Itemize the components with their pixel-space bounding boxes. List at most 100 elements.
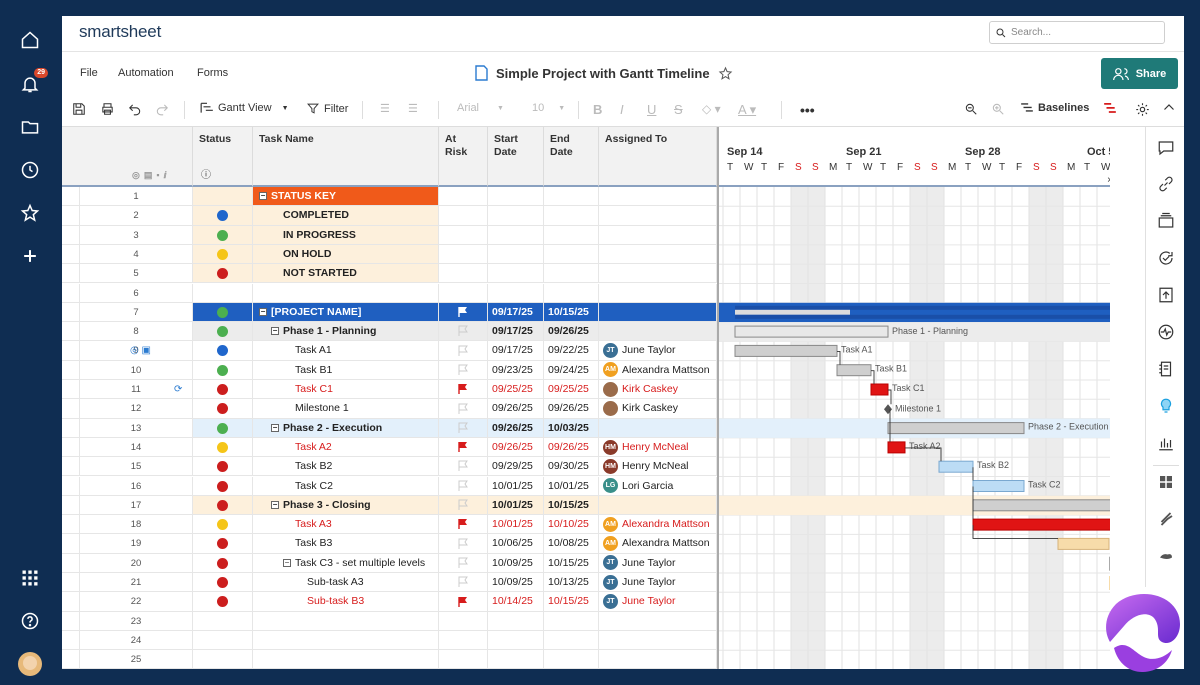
proofs-icon[interactable] <box>1157 212 1175 230</box>
start-date-cell[interactable] <box>488 225 544 244</box>
task-name-cell[interactable]: Task B1 <box>253 360 439 379</box>
table-row[interactable]: 23 <box>62 611 717 631</box>
status-cell[interactable] <box>193 380 253 399</box>
table-row[interactable]: 10 Task B1 09/23/25 09/24/25 AM Alexandra Mat… <box>62 360 717 380</box>
end-date-cell[interactable]: 10/15/25 <box>544 495 599 515</box>
task-name-cell[interactable]: − STATUS KEY <box>253 187 439 206</box>
at-risk-cell[interactable] <box>439 244 488 264</box>
assigned-to-cell[interactable]: Kirk Caskey <box>599 380 717 399</box>
bell-icon[interactable]: 29 <box>18 68 48 96</box>
outdent-icon[interactable]: ☰ <box>380 102 390 115</box>
row-number[interactable]: 20 <box>80 553 193 572</box>
table-row[interactable]: 15 Task B2 09/29/25 09/30/25 HM Henry McNeal <box>62 457 717 477</box>
filter-button[interactable]: Filter <box>306 102 348 115</box>
at-risk-cell[interactable] <box>439 206 488 225</box>
row-sync-icon[interactable]: ⟳ <box>174 380 190 398</box>
at-risk-cell[interactable] <box>439 283 488 302</box>
bold-icon[interactable]: B <box>593 102 602 117</box>
table-row[interactable]: 13 − Phase 2 - Execution 09/26/25 10/03/25 <box>62 418 717 438</box>
table-row[interactable]: 6 <box>62 283 717 303</box>
assigned-to-cell[interactable]: LG Lori Garcia <box>599 476 717 495</box>
status-cell[interactable] <box>193 341 253 360</box>
assigned-to-cell[interactable] <box>599 225 717 244</box>
row-number[interactable]: 3 <box>80 225 193 244</box>
menu-automation[interactable]: Automation <box>118 67 174 79</box>
folder-icon[interactable] <box>18 115 42 139</box>
at-risk-cell[interactable] <box>439 534 488 553</box>
at-risk-cell[interactable] <box>439 650 488 669</box>
task-name-cell[interactable]: COMPLETED <box>253 206 439 225</box>
apps-icon[interactable] <box>1157 473 1175 491</box>
at-risk-cell[interactable] <box>439 341 488 360</box>
end-date-cell[interactable]: 10/03/25 <box>544 418 599 437</box>
settings-gear-icon[interactable] <box>1135 102 1150 117</box>
row-number[interactable]: 2 <box>80 206 193 225</box>
table-row[interactable]: 12 Milestone 1 09/26/25 09/26/25 Kirk Caskey <box>62 399 717 419</box>
column-header-end-date[interactable]: End Date <box>544 127 599 187</box>
row-number[interactable]: 4 <box>80 244 193 264</box>
row-number[interactable]: 10 <box>80 360 193 379</box>
assigned-to-cell[interactable] <box>599 418 717 437</box>
row-comment-icon[interactable]: ◎ ▣ <box>130 341 160 359</box>
start-date-cell[interactable]: 09/17/25 <box>488 302 544 322</box>
assigned-to-cell[interactable]: JT June Taylor <box>599 341 717 360</box>
start-date-cell[interactable]: 09/29/25 <box>488 457 544 476</box>
status-cell[interactable] <box>193 283 253 302</box>
apps-grid-icon[interactable] <box>18 566 42 590</box>
assigned-to-cell[interactable] <box>599 630 717 650</box>
at-risk-cell[interactable] <box>439 380 488 399</box>
collapse-toggle-icon[interactable]: − <box>259 308 267 317</box>
end-date-cell[interactable] <box>544 264 599 283</box>
start-date-cell[interactable] <box>488 650 544 669</box>
menu-file[interactable]: File <box>80 67 98 79</box>
status-cell[interactable] <box>193 302 253 322</box>
critical-path-icon[interactable] <box>1103 102 1117 115</box>
end-date-cell[interactable]: 10/01/25 <box>544 476 599 495</box>
table-row[interactable]: 21 Sub-task A3 10/09/25 10/13/25 JT June Tayl… <box>62 573 717 593</box>
jira-connector-icon[interactable] <box>1157 510 1175 528</box>
at-risk-cell[interactable] <box>439 630 488 650</box>
task-name-cell[interactable]: − Phase 1 - Planning <box>253 322 439 341</box>
end-date-cell[interactable] <box>544 225 599 244</box>
task-name-cell[interactable]: − Phase 3 - Closing <box>253 495 439 515</box>
status-cell[interactable] <box>193 495 253 515</box>
summary-icon[interactable] <box>1157 360 1175 378</box>
column-header-status[interactable]: Status ⓘ <box>193 127 253 187</box>
at-risk-cell[interactable] <box>439 495 488 515</box>
save-icon[interactable] <box>72 102 86 116</box>
end-date-cell[interactable] <box>544 187 599 206</box>
status-cell[interactable] <box>193 322 253 341</box>
column-header-at-risk[interactable]: At Risk <box>439 127 488 187</box>
row-number[interactable]: 12 <box>80 399 193 418</box>
assigned-to-cell[interactable] <box>599 244 717 264</box>
end-date-cell[interactable]: 10/13/25 <box>544 573 599 592</box>
start-date-cell[interactable] <box>488 283 544 302</box>
end-date-cell[interactable]: 09/22/25 <box>544 341 599 360</box>
table-row[interactable]: 24 <box>62 630 717 651</box>
status-cell[interactable] <box>193 611 253 630</box>
comments-icon[interactable] <box>1157 139 1175 157</box>
user-avatar[interactable] <box>18 652 42 676</box>
row-number[interactable]: 17 <box>80 495 193 515</box>
table-row[interactable]: 18 Task A3 10/01/25 10/10/25 AM Alexandra Mat… <box>62 515 717 535</box>
assigned-to-cell[interactable]: AM Alexandra Mattson <box>599 360 717 379</box>
star-icon[interactable] <box>18 201 42 225</box>
table-row[interactable]: 25 <box>62 650 717 669</box>
task-name-cell[interactable] <box>253 650 439 669</box>
assigned-to-cell[interactable] <box>599 611 717 630</box>
start-date-cell[interactable]: 09/17/25 <box>488 341 544 360</box>
font-size-select[interactable]: 10 ▼ <box>532 102 565 114</box>
charts-icon[interactable] <box>1157 434 1175 452</box>
at-risk-cell[interactable] <box>439 476 488 495</box>
table-row[interactable]: 14 Task A2 09/26/25 09/26/25 HM Henry McNeal <box>62 437 717 458</box>
search-input[interactable]: Search... <box>989 21 1165 44</box>
row-number[interactable]: 8 <box>80 322 193 341</box>
row-number[interactable]: 18 <box>80 515 193 534</box>
start-date-cell[interactable] <box>488 264 544 283</box>
zoom-in-icon[interactable] <box>991 102 1005 116</box>
start-date-cell[interactable] <box>488 611 544 630</box>
table-row[interactable]: 17 − Phase 3 - Closing 10/01/25 10/15/25 <box>62 495 717 516</box>
at-risk-cell[interactable] <box>439 553 488 572</box>
start-date-cell[interactable] <box>488 244 544 264</box>
activity-log-icon[interactable] <box>1157 323 1175 341</box>
